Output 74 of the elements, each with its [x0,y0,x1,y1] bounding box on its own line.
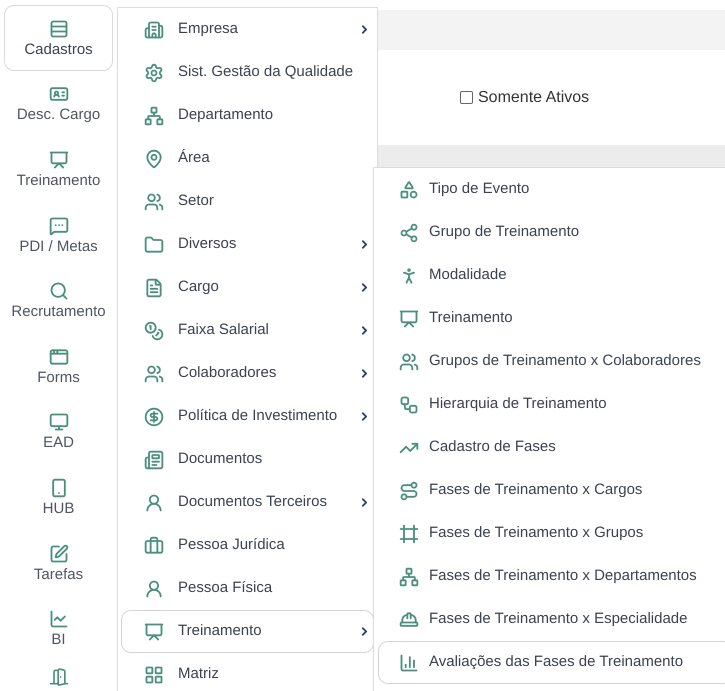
hierarchy-icon [399,394,419,414]
menu-item[interactable]: Diversos [121,223,374,266]
flow-icon [399,480,419,500]
dollar-icon [144,406,164,426]
menu-item[interactable]: Departamento [121,94,374,137]
sidebar-item[interactable]: BI [4,595,113,661]
submenu-item[interactable]: Fases de Treinamento x Grupos [378,512,725,555]
menu-item[interactable]: Pessoa Física [121,567,374,610]
edit-icon [48,544,68,564]
person-icon [144,578,164,598]
menu-item[interactable]: Área [121,137,374,180]
menu-item[interactable]: Setor [121,180,374,223]
grid-icon [144,664,164,684]
presentation-icon [399,308,419,328]
menu-item[interactable]: Política de Investimento [121,395,374,438]
sidebar-item[interactable]: Treinamento [4,136,113,202]
menu-item[interactable]: Documentos [121,438,374,481]
submenu-item[interactable]: Treinamento [378,297,725,340]
frame-icon [399,524,419,544]
menu-item[interactable]: Sist. Gestão da Qualidade [121,51,374,94]
sidebar-item[interactable]: Forms [4,332,113,399]
monitor-icon [48,412,68,432]
group-icon [144,192,164,212]
network-icon [399,222,419,242]
org-chart-icon [144,106,164,126]
group-icon [399,352,419,372]
menu-item[interactable]: Pessoa Jurídica [121,524,374,567]
settings-icon [144,62,164,82]
briefcase-icon [144,536,164,556]
submenu-item[interactable]: Grupos de Treinamento x Colaboradores [378,340,725,383]
menu-item[interactable]: Documentos Terceiros [121,481,374,524]
submenu-item[interactable]: Modalidade [378,254,725,297]
menu-item[interactable]: Treinamento [121,610,374,653]
line-chart-icon [48,609,68,630]
document-icon [144,450,164,470]
sidebar-item[interactable]: Recrutamento [4,267,113,333]
door-icon[interactable] [48,666,68,687]
menu-item[interactable]: Faixa Salarial [121,309,374,352]
sidebar-item[interactable]: Desc. Cargo [4,70,113,136]
submenu-item[interactable]: Fases de Treinamento x Cargos [378,469,725,512]
submenu-item[interactable]: Cadastro de Fases [378,426,725,469]
menu-item[interactable]: Matriz [121,653,374,691]
sidebar-item[interactable]: EAD [4,398,113,464]
sidebar-item[interactable]: Cadastros [4,5,113,71]
building-icon [144,20,164,40]
submenu-item[interactable]: Fases de Treinamento x Departamentos [378,555,725,598]
menu-item[interactable]: Cargo [121,266,374,309]
menu-item[interactable]: Empresa [121,8,374,51]
org-chart-icon [399,566,419,586]
coins-icon [144,320,164,340]
sidebar-item[interactable]: HUB [4,464,113,530]
sidebar-item[interactable]: PDI / Metas [4,202,113,268]
presentation-icon [144,622,164,642]
search-icon [48,281,68,302]
sidebar-item[interactable]: Tarefas [4,530,113,596]
shapes-icon [399,180,419,200]
list-icon [48,18,68,39]
menu-item[interactable]: Colaboradores [121,352,374,395]
folder-icon [144,234,164,254]
document-icon [144,278,164,298]
submenu-item[interactable]: Avaliações das Fases de Treinamento [378,641,725,684]
submenu-item[interactable]: Tipo de Evento [378,168,725,211]
submenu-item[interactable]: Grupo de Treinamento [378,211,725,254]
submenu-item[interactable]: Fases de Treinamento x Especialidade [378,598,725,641]
people-icon [144,364,164,384]
submenu-item[interactable]: Hierarquia de Treinamento [378,383,725,426]
window-icon [48,346,68,367]
active-only-checkbox[interactable]: Somente Ativos [460,86,590,110]
map-pin-icon [144,148,164,168]
bar-chart-icon [399,652,419,672]
presentation-icon [48,150,68,170]
checkbox[interactable] [460,91,473,104]
person-icon [144,492,164,512]
hard-hat-icon [399,610,419,630]
